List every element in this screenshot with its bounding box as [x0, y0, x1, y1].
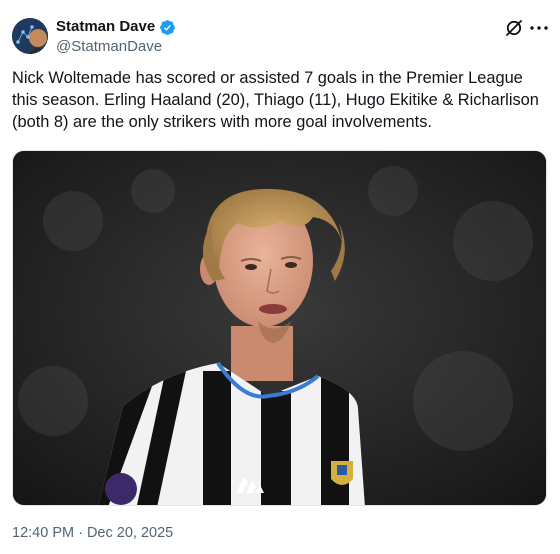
- tweet-text: Nick Woltemade has scored or assisted 7 …: [12, 69, 539, 131]
- author-display-name[interactable]: Statman Dave: [56, 17, 155, 37]
- grok-icon[interactable]: [504, 18, 524, 38]
- more-options-icon[interactable]: [528, 18, 550, 38]
- avatar-chart-icon: [12, 18, 48, 54]
- author-avatar[interactable]: [12, 18, 48, 54]
- player-photo: [13, 151, 546, 505]
- verified-badge-icon: [160, 19, 176, 35]
- tweet-timestamp[interactable]: 12:40 PM · Dec 20, 2025: [12, 524, 173, 542]
- tweet-media-photo[interactable]: [12, 150, 547, 506]
- author-name-row: Statman Dave: [56, 17, 176, 37]
- author-handle[interactable]: @StatmanDave: [56, 37, 162, 56]
